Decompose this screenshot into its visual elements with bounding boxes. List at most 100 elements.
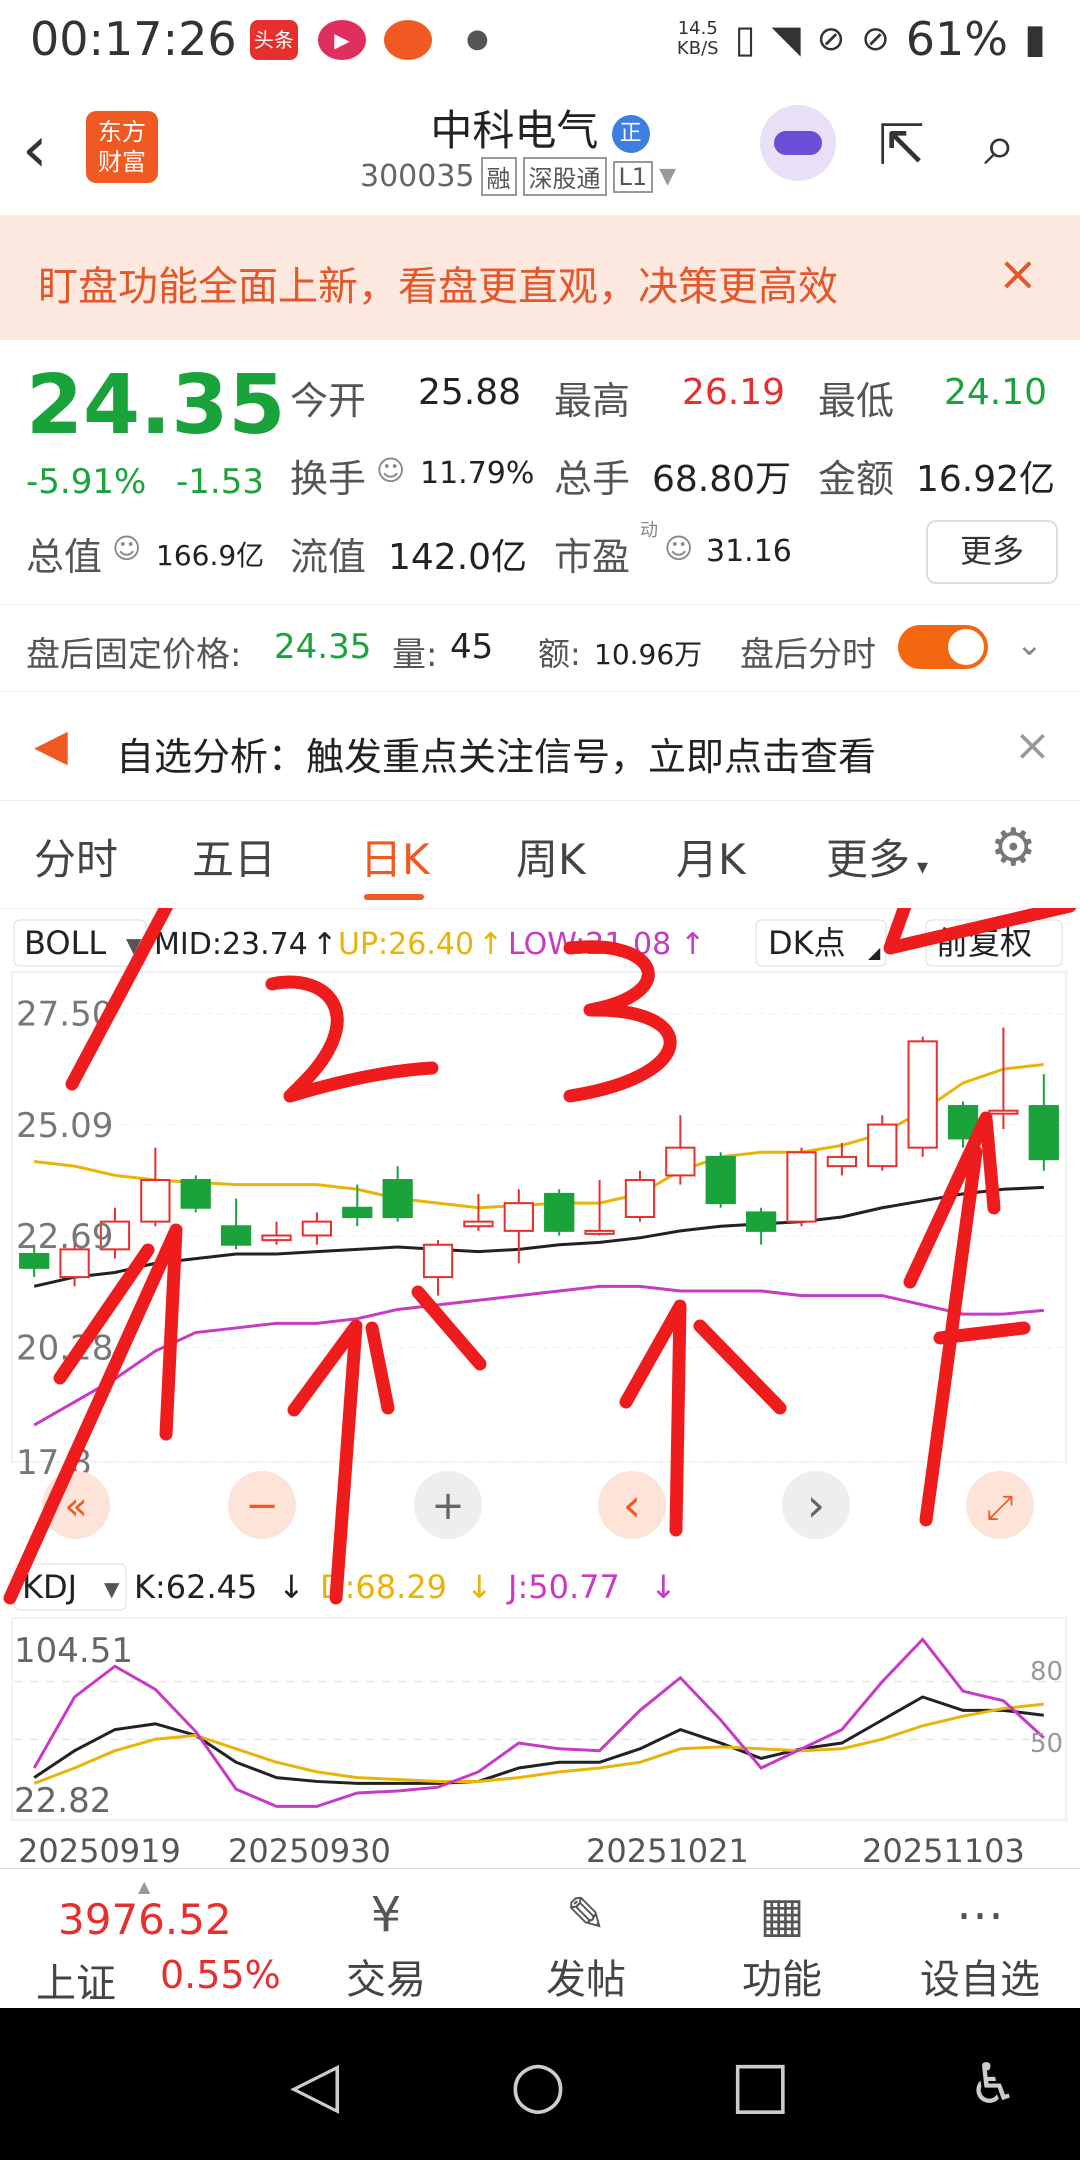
candle-up [867, 1123, 898, 1168]
ai-assistant-avatar[interactable] [760, 105, 836, 181]
more-dots-icon: ⋯ [956, 1887, 1004, 1943]
candle-up [422, 1243, 454, 1279]
tab-five-day[interactable]: 五日 [192, 826, 276, 887]
candle-down [342, 1206, 373, 1219]
volume-label: 总手 [554, 457, 631, 501]
stock-header: ‹ 东方 财富 中科电气 正 300035 融 深股通 L1 ▼ ⇱ ⌕ [0, 75, 1080, 216]
candle-up [988, 1109, 1019, 1115]
pe-value: 31.16 [706, 534, 792, 569]
home-circle-icon[interactable]: ○ [510, 2048, 566, 2122]
float-value: 142.0亿 [388, 537, 528, 578]
tab-more[interactable]: 更多 ▾ [826, 826, 928, 887]
chevron-left-icon[interactable]: ‹ [623, 1478, 641, 1532]
boll-low-line [33, 1284, 1044, 1427]
chevron-down-icon[interactable]: ⌄ [1016, 625, 1043, 663]
open-label: 今开 [290, 379, 367, 423]
analysis-notice[interactable]: ◀ 自选分析：触发重点关注信号，立即点击查看 × [0, 700, 1080, 801]
kdj-ref-80: 80 [1030, 1657, 1063, 1687]
promo-banner[interactable]: 盯盘功能全面上新，看盘更直观，决策更高效 × [0, 216, 1080, 340]
expand-icon[interactable]: ⤢ [986, 1488, 1013, 1528]
stock-name: 中科电气 [430, 106, 599, 155]
boll-up: UP:26.40 [338, 927, 474, 962]
candle-up [665, 1146, 696, 1177]
annotation-label: 1 [0, 908, 1, 909]
tab-daily-k[interactable]: 日K [360, 826, 430, 887]
system-nav-bar: ◁ ○ □ ♿ [0, 2008, 1080, 2160]
amount-value: 16.92亿 [916, 459, 1056, 500]
candle-up [826, 1155, 858, 1168]
battery-icon: ▮ [1023, 16, 1046, 62]
boll-mid: MID:23.74 [154, 927, 308, 962]
after-amt-label: 额: [538, 635, 581, 673]
high-value: 26.19 [682, 372, 786, 413]
kdj-bottom-label: 22.82 [14, 1781, 111, 1821]
info-icon[interactable]: ☺ [376, 454, 405, 487]
fixed-price-label: 盘后固定价格: [26, 635, 242, 675]
candle-down [745, 1211, 777, 1232]
fixed-price-value: 24.35 [274, 627, 372, 667]
dropdown-icon[interactable]: ▼ [659, 164, 676, 189]
tag-shenzhen-connect: 深股通 [522, 157, 607, 196]
index-name[interactable]: 上证 [36, 1951, 116, 2009]
close-icon[interactable]: × [1014, 720, 1051, 771]
indicator-name[interactable]: BOLL [24, 924, 106, 962]
status-time: 00:17:26 [30, 12, 237, 66]
annotation-stroke [563, 940, 677, 1103]
after-hours-toggle[interactable] [898, 625, 988, 669]
nav-post[interactable]: ✎ 发帖 [516, 1883, 656, 2005]
zoom-out-icon[interactable]: − [245, 1483, 279, 1529]
kdj-dropdown-icon[interactable]: ▼ [104, 1577, 120, 1601]
chevron-right-icon[interactable]: › [807, 1478, 825, 1532]
turnover-label: 换手 [290, 457, 367, 501]
yen-icon: ¥ [370, 1887, 402, 1943]
info-icon[interactable]: ☺ [664, 532, 693, 565]
kdj-top-label: 104.51 [14, 1631, 133, 1671]
candle-up [301, 1220, 333, 1237]
tab-weekly-k[interactable]: 周K [516, 826, 586, 887]
gear-icon[interactable]: ⚙ [990, 818, 1037, 878]
candle-up [584, 1229, 615, 1235]
date-axis: 20250919 20250930 20251021 20251103 [18, 1832, 1025, 1870]
rewind-icon[interactable]: « [64, 1484, 87, 1528]
verified-icon: 正 [611, 114, 650, 153]
zoom-in-icon[interactable]: + [431, 1483, 465, 1529]
dot-icon: ● [466, 24, 489, 54]
share-icon[interactable]: ⇱ [878, 113, 925, 178]
more-button[interactable]: 更多 [926, 520, 1058, 584]
index-value[interactable]: 3976.52 [58, 1895, 232, 1944]
kdj-lines [14, 1637, 1064, 1808]
candle-down [705, 1155, 736, 1205]
annotation-numbers: 1 2 3 4 [0, 908, 1, 909]
candle-up [786, 1151, 817, 1223]
arrow-up-icon: ↑ [478, 927, 503, 962]
change-amount: -1.53 [176, 462, 264, 502]
index-percent[interactable]: 0.55% [160, 1953, 281, 1997]
accessibility-icon[interactable]: ♿ [968, 2052, 1018, 2117]
active-tab-indicator [364, 894, 424, 900]
stock-code-line[interactable]: 300035 融 深股通 L1 ▼ [360, 157, 676, 196]
float-label: 流值 [290, 535, 367, 579]
k-line-svg[interactable]: BOLL ▼ MID:23.74 ↑ UP:26.40 ↑ LOW:21.08 … [0, 801, 1080, 1870]
after-vol-label: 量: [392, 635, 438, 675]
k-line-chart[interactable]: BOLL ▼ MID:23.74 ↑ UP:26.40 ↑ LOW:21.08 … [0, 801, 1080, 1870]
tab-monthly-k[interactable]: 月K [676, 826, 746, 887]
date-label: 20251021 [586, 1832, 749, 1868]
kdj-name[interactable]: KDJ [22, 1568, 77, 1606]
info-icon[interactable]: ☺ [112, 532, 141, 565]
analysis-text: 自选分析：触发重点关注信号，立即点击查看 [116, 735, 877, 779]
handwritten-annotations [3, 801, 1077, 1605]
nav-add-watchlist[interactable]: ⋯ 设自选 [910, 1883, 1050, 2005]
kdj-k-line [33, 1695, 1044, 1785]
candle-down [180, 1179, 211, 1209]
after-amt-value: 10.96万 [594, 638, 703, 671]
open-value: 25.88 [418, 372, 522, 413]
dk-point-button[interactable]: DK点 [768, 924, 846, 962]
close-icon[interactable]: × [998, 246, 1038, 302]
status-bar: 00:17:26 头条 ▶ ● 14.5 KB/S ▯ ◥ ⊘ ⊘ 61% ▮ [0, 0, 1080, 75]
recents-square-icon[interactable]: □ [730, 2048, 790, 2122]
nav-functions[interactable]: ▦ 功能 [712, 1883, 852, 2005]
tab-intraday[interactable]: 分时 [34, 826, 118, 887]
search-icon[interactable]: ⌕ [984, 113, 1015, 179]
nav-trade[interactable]: ¥ 交易 [316, 1883, 456, 2005]
back-triangle-icon[interactable]: ◁ [290, 2048, 339, 2122]
